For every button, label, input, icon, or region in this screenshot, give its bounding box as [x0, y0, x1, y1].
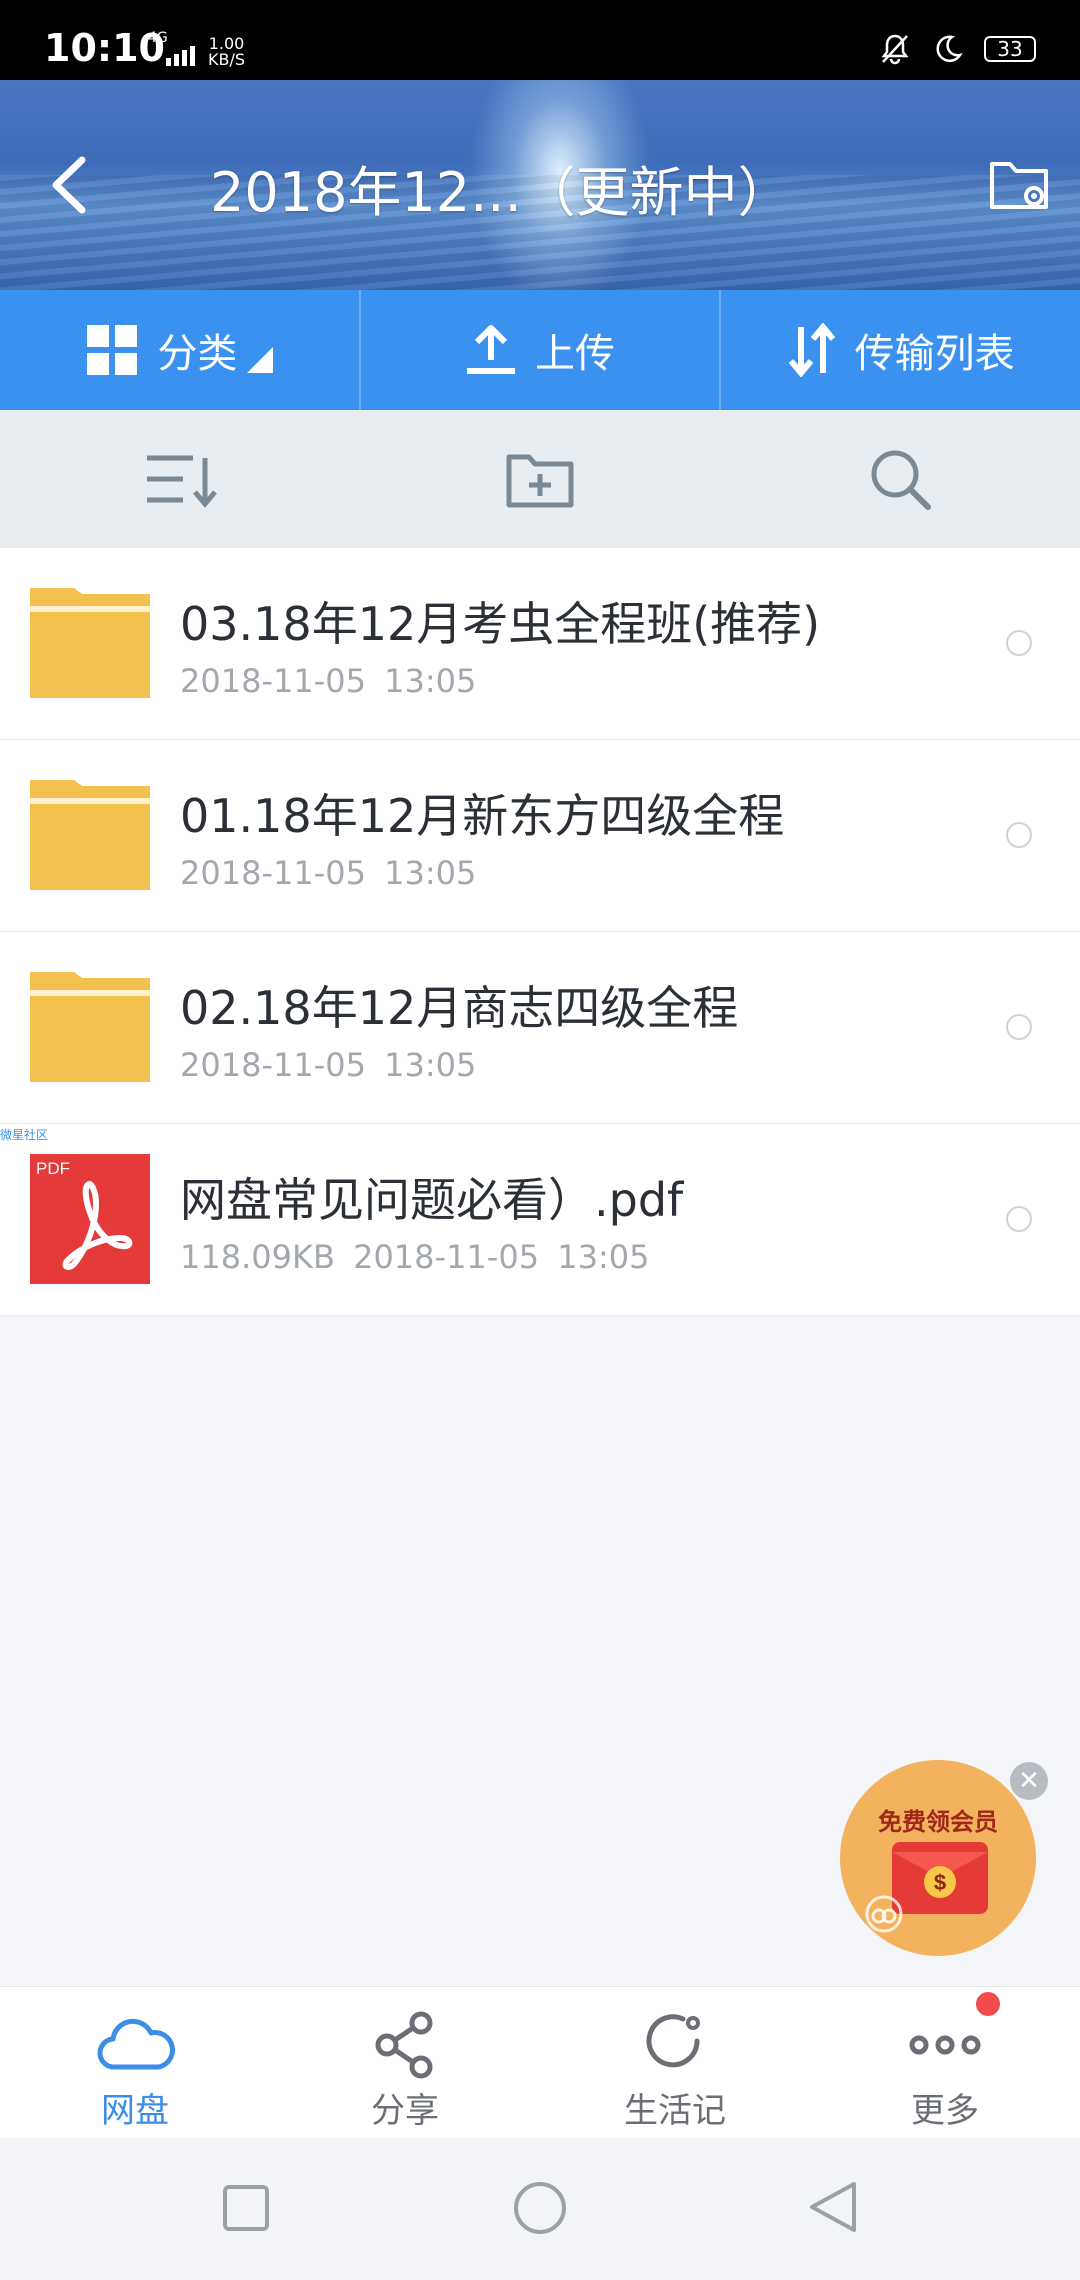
select-checkbox[interactable]: [1006, 630, 1032, 656]
network-type: 4G: [148, 30, 168, 46]
upload-label: 上传: [535, 331, 615, 377]
grid-icon: [87, 325, 138, 375]
nav-item-share[interactable]: 分享: [270, 1987, 540, 2139]
status-bar: 10:10 4G 1.00 KB/S 33: [0, 0, 1080, 80]
list-item[interactable]: 03.18年12月考虫全程班(推荐) 2018-11-05 13:05: [0, 548, 1080, 740]
more-dots-icon: [909, 2035, 981, 2055]
folder-icon: [30, 588, 150, 698]
file-list: 03.18年12月考虫全程班(推荐) 2018-11-05 13:05 01.1…: [0, 548, 1080, 1316]
file-meta: 2018-11-05 13:05: [180, 854, 477, 892]
nav-item-life[interactable]: 生活记: [540, 1987, 810, 2139]
notification-badge: [976, 1992, 1000, 2016]
transfer-label: 传输列表: [854, 331, 1015, 377]
share-icon: [375, 2011, 433, 2079]
file-name: 03.18年12月考虫全程班(推荐): [180, 597, 821, 651]
bell-muted-icon: [881, 34, 909, 65]
free-membership-promo[interactable]: 免费领会员 $: [840, 1760, 1036, 1956]
cloud-icon: [97, 2018, 175, 2070]
action-bar: [0, 410, 1080, 548]
transfer-icon: [788, 323, 835, 377]
toolbar: 分类 上传 传输列表: [0, 290, 1080, 410]
list-item[interactable]: 01.18年12月新东方四级全程 2018-11-05 13:05: [0, 740, 1080, 932]
file-name: 01.18年12月新东方四级全程: [180, 789, 785, 843]
nav-label: 分享: [371, 2091, 439, 2131]
recent-apps-icon[interactable]: [222, 2184, 270, 2232]
signal-icon: [166, 46, 195, 66]
status-time: 10:10: [44, 26, 165, 70]
file-name: 网盘常见问题必看）.pdf: [180, 1173, 684, 1227]
search-button[interactable]: [720, 410, 1080, 548]
upload-icon: [467, 325, 515, 374]
select-checkbox[interactable]: [1006, 822, 1032, 848]
folder-icon: [30, 972, 150, 1082]
pdf-icon-label: PDF: [36, 1159, 70, 1178]
promo-text: 免费领会员: [878, 1808, 998, 1836]
upload-button[interactable]: 上传: [358, 290, 720, 410]
bottom-nav: 网盘 分享 生活记 更多: [0, 1986, 1080, 2139]
community-tag: 微星社区: [0, 1128, 49, 1142]
battery-indicator: 33: [984, 36, 1036, 62]
pdf-icon: PDF: [30, 1154, 150, 1284]
speed-unit: KB/S: [208, 50, 246, 69]
promo-close-button[interactable]: ✕: [1010, 1762, 1048, 1800]
red-envelope-icon: $: [892, 1842, 988, 1914]
moon-icon: [936, 35, 963, 62]
home-icon[interactable]: [512, 2180, 568, 2236]
folder-settings-icon[interactable]: [988, 154, 1052, 214]
triangle-down-icon: [247, 347, 274, 373]
refresh-circle-icon: [646, 2014, 700, 2068]
file-meta: 118.09KB 2018-11-05 13:05: [180, 1238, 650, 1276]
baidu-cloud-logo: [865, 1895, 903, 1933]
nav-label: 网盘: [101, 2091, 169, 2131]
coin-symbol: $: [934, 1870, 946, 1895]
list-item[interactable]: 02.18年12月商志四级全程 2018-11-05 13:05: [0, 932, 1080, 1124]
file-name: 02.18年12月商志四级全程: [180, 981, 739, 1035]
category-label: 分类: [157, 331, 238, 377]
folder-icon: [30, 780, 150, 890]
nav-label: 更多: [911, 2091, 979, 2131]
list-item[interactable]: 微星社区 PDF 网盘常见问题必看）.pdf 118.09KB 2018-11-…: [0, 1124, 1080, 1316]
back-icon[interactable]: [40, 150, 100, 220]
select-checkbox[interactable]: [1006, 1014, 1032, 1040]
sort-icon: [147, 455, 217, 508]
system-nav-bar: [0, 2138, 1080, 2280]
nav-item-netdisk[interactable]: 网盘: [0, 1987, 270, 2139]
select-checkbox[interactable]: [1006, 1206, 1032, 1232]
new-folder-icon: [506, 454, 574, 508]
file-meta: 2018-11-05 13:05: [180, 1046, 477, 1084]
nav-label: 生活记: [624, 2091, 726, 2131]
status-right: 33: [878, 32, 1036, 66]
back-nav-icon[interactable]: [808, 2180, 858, 2234]
sort-button[interactable]: [0, 410, 360, 548]
file-meta: 2018-11-05 13:05: [180, 662, 477, 700]
category-button[interactable]: 分类: [0, 290, 359, 410]
page-title: 2018年12...（更新中）: [210, 161, 792, 224]
transfer-list-button[interactable]: 传输列表: [719, 290, 1080, 410]
header: 2018年12...（更新中）: [0, 80, 1080, 290]
search-icon: [871, 450, 931, 510]
nav-item-more[interactable]: 更多: [810, 1987, 1080, 2139]
new-folder-button[interactable]: [360, 410, 720, 548]
network-speed: 1.00 KB/S: [208, 36, 245, 68]
